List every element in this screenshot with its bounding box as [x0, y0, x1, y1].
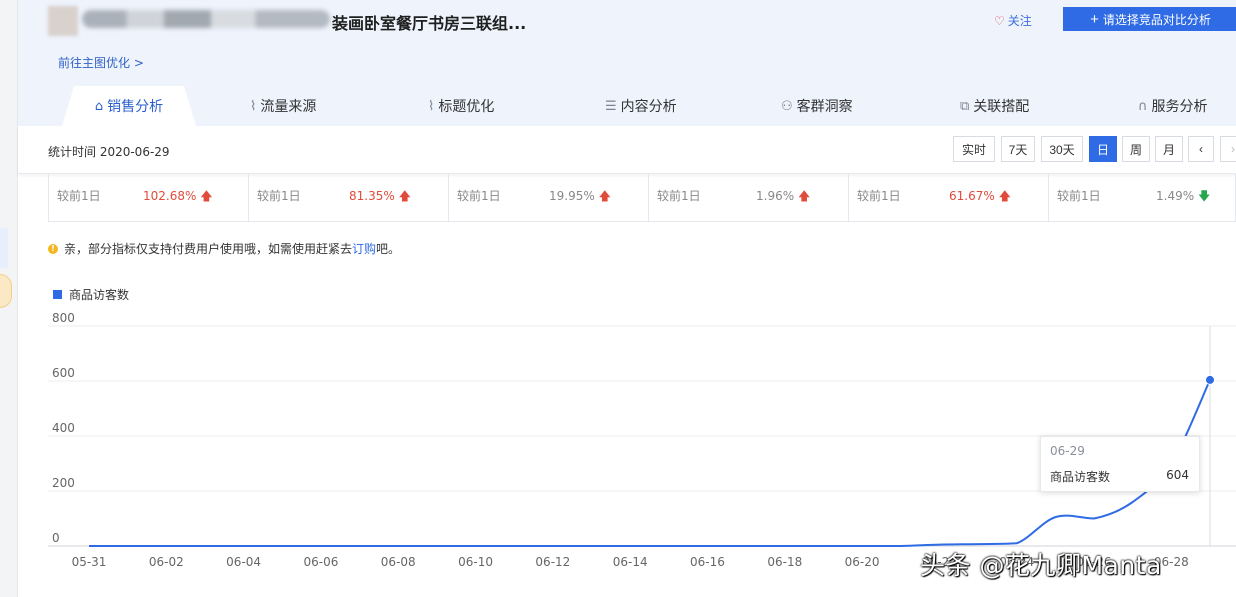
legend-swatch	[53, 290, 62, 299]
tab-label: 关联搭配	[973, 99, 1030, 115]
y-tick-label: 800	[52, 311, 75, 325]
link-icon: ⧉	[960, 98, 970, 114]
product-thumbnail	[48, 6, 78, 36]
tooltip-series-name: 商品访客数	[1050, 470, 1111, 484]
info-icon: !	[48, 243, 58, 254]
tab-content-analysis[interactable]: ☰ 内容分析	[605, 86, 677, 126]
document-icon: ☰	[605, 98, 617, 114]
watermark: 头条 @花九卿Manta	[920, 551, 1162, 580]
metric-change-value: 102.68% 🡅	[143, 189, 213, 203]
headset-icon: ∩	[1138, 98, 1148, 114]
metric-compare-label: 较前1日	[57, 189, 101, 203]
line-chart-icon: ⌇	[250, 98, 257, 114]
chevron-left-icon: ‹	[1199, 142, 1203, 156]
tooltip-value: 604	[1166, 468, 1189, 482]
range-7d-button[interactable]: 7天	[1001, 136, 1035, 162]
x-tick-label: 06-20	[845, 555, 880, 569]
metric-compare-label: 较前1日	[457, 189, 501, 203]
tab-label: 销售分析	[107, 99, 164, 115]
metric-cell: 较前1日 102.68% 🡅	[49, 174, 249, 221]
tab-service-analysis[interactable]: ∩ 服务分析	[1138, 86, 1208, 126]
metric-cell: 较前1日 1.49% 🡇	[1049, 174, 1236, 221]
metric-compare-label: 较前1日	[657, 189, 701, 203]
analysis-tabs: ⌂ 销售分析 ⌇ 流量来源 ⌇ 标题优化 ☰ 内容分析 ⚇ 客群洞察 ⧉ 关联搭配 ∩ 服务分…	[18, 86, 1236, 126]
left-sidebar-highlight	[0, 228, 8, 268]
metric-compare-label: 较前1日	[1057, 189, 1101, 203]
arrow-up-icon: 🡅	[998, 189, 1011, 203]
y-tick-label: 400	[52, 421, 75, 435]
time-range-bar: 统计时间 2020-06-29 实时 7天 30天 日 周 月 ‹ ›	[18, 126, 1236, 174]
tab-label: 流量来源	[260, 99, 317, 115]
heart-icon: ♡	[994, 14, 1005, 28]
x-tick-label: 06-08	[381, 555, 416, 569]
notice-suffix: 吧。	[376, 242, 401, 256]
users-icon: ⚇	[781, 98, 793, 114]
blurred-title-prefix	[82, 10, 330, 28]
select-competitor-label: 请选择竞品对比分析	[1102, 12, 1211, 27]
metric-change-value: 1.49% 🡇	[1156, 189, 1211, 203]
goto-main-image-optimize-link[interactable]: 前往主图优化 >	[58, 54, 144, 71]
metrics-compare-row: 较前1日 102.68% 🡅 较前1日 81.35% 🡅 较前1日 19.95%…	[48, 174, 1236, 222]
metric-compare-label: 较前1日	[257, 189, 301, 203]
favorite-label: 关注	[1007, 14, 1032, 28]
bag-icon: ⌂	[94, 98, 104, 114]
metric-cell: 较前1日 81.35% 🡅	[249, 174, 449, 221]
y-tick-label: 200	[52, 476, 75, 490]
tab-title-optimize[interactable]: ⌇ 标题优化	[428, 86, 494, 126]
metric-change-value: 61.67% 🡅	[949, 189, 1011, 203]
notice-text: 亲，部分指标仅支持付费用户使用哦，如需使用赶紧去	[64, 242, 353, 256]
tab-sales-analysis[interactable]: ⌂ 销售分析	[62, 86, 196, 126]
x-tick-label: 06-12	[535, 555, 570, 569]
data-point	[1205, 374, 1215, 385]
plus-icon: +	[1090, 10, 1099, 28]
chart-tooltip: 06-29 商品访客数 604	[1040, 436, 1200, 492]
metric-cell: 较前1日 1.96% 🡅	[649, 174, 849, 221]
tab-label: 内容分析	[620, 99, 677, 115]
x-tick-label: 06-18	[767, 555, 802, 569]
x-tick-label: 06-16	[690, 555, 725, 569]
arrow-up-icon: 🡅	[797, 189, 811, 203]
metric-change-value: 81.35% 🡅	[349, 189, 411, 203]
x-tick-label: 06-04	[226, 555, 261, 569]
arrow-up-icon: 🡅	[598, 189, 611, 203]
tab-related-match[interactable]: ⧉ 关联搭配	[960, 86, 1029, 126]
product-title: 装画卧室餐厅书房三联组...	[332, 14, 527, 33]
tab-label: 标题优化	[438, 99, 495, 115]
arrow-up-icon: 🡅	[398, 189, 411, 203]
next-period-button[interactable]: ›	[1220, 136, 1236, 162]
tab-traffic-source[interactable]: ⌇ 流量来源	[250, 86, 316, 126]
metric-compare-label: 较前1日	[857, 189, 901, 203]
arrow-down-icon: 🡇	[1197, 189, 1211, 203]
paid-feature-notice: ! 亲，部分指标仅支持付费用户使用哦，如需使用赶紧去 订购 吧。	[48, 240, 400, 257]
x-tick-label: 05-31	[72, 555, 107, 569]
arrow-up-icon: 🡅	[200, 189, 213, 203]
subscribe-link[interactable]: 订购	[352, 240, 376, 257]
range-day-button[interactable]: 日	[1089, 136, 1117, 162]
metric-change-value: 1.96% 🡅	[756, 189, 811, 203]
chevron-right-icon: ›	[1231, 142, 1235, 156]
metric-change-value: 19.95% 🡅	[549, 189, 611, 203]
range-month-button[interactable]: 月	[1155, 136, 1183, 162]
y-tick-label: 600	[52, 366, 75, 380]
range-30d-button[interactable]: 30天	[1041, 136, 1083, 162]
tab-label: 服务分析	[1151, 99, 1208, 115]
x-tick-label: 06-06	[303, 555, 338, 569]
x-tick-label: 06-02	[149, 555, 184, 569]
metric-cell: 较前1日 61.67% 🡅	[849, 174, 1049, 221]
range-week-button[interactable]: 周	[1122, 136, 1150, 162]
favorite-button[interactable]: ♡ 关注	[994, 12, 1032, 29]
tab-label: 客群洞察	[796, 99, 853, 115]
range-realtime-button[interactable]: 实时	[953, 136, 995, 162]
line-chart-icon: ⌇	[428, 98, 435, 114]
metric-cell: 较前1日 19.95% 🡅	[449, 174, 649, 221]
select-competitor-button[interactable]: + 请选择竞品对比分析	[1063, 7, 1236, 31]
tooltip-date: 06-29	[1050, 444, 1085, 458]
x-tick-label: 06-14	[613, 555, 648, 569]
x-tick-label: 06-10	[458, 555, 493, 569]
page-root: { "product": { "title": "装画卧室餐厅书房三联组..."…	[0, 0, 1236, 597]
prev-period-button[interactable]: ‹	[1188, 136, 1214, 162]
tab-audience-insight[interactable]: ⚇ 客群洞察	[781, 86, 853, 126]
stat-time: 统计时间 2020-06-29	[48, 145, 170, 159]
y-tick-label: 0	[52, 531, 60, 545]
